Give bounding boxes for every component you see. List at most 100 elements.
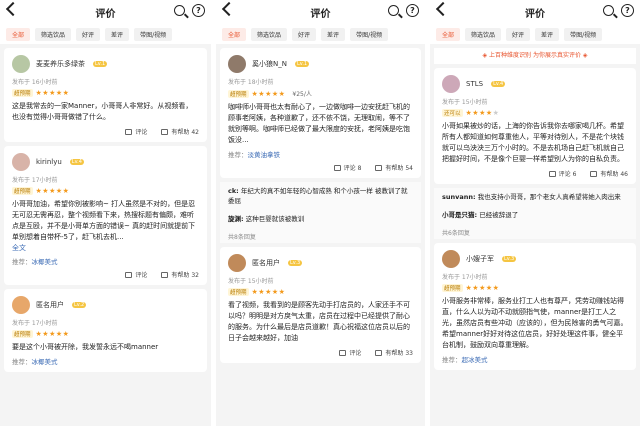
helpful-button[interactable]: 有帮助 42	[161, 127, 199, 136]
helpful-button[interactable]: 有帮助 32	[161, 270, 199, 279]
username[interactable]: 奚小狼N_N	[252, 59, 287, 69]
thumbs-up-icon	[161, 129, 169, 135]
review-actions: 评论 有帮助 32	[12, 270, 199, 279]
thumbs-up-icon	[375, 350, 383, 356]
reply-item: 旋渊: 这种巨婴就该被教训	[220, 210, 421, 228]
tab-filter-drinks[interactable]: 筛选饮品	[35, 27, 72, 41]
star-rating-icon: ★★★★★	[35, 89, 70, 97]
username[interactable]: 匿名用户	[36, 300, 64, 310]
review-card: 小嫂子军 Lv.3 发布于 17小时前 超预期 ★★★★★ 小哥服务非常棒，服务…	[434, 243, 636, 370]
comment-icon	[125, 272, 133, 278]
comment-button[interactable]: 评论 8	[333, 163, 361, 172]
comment-icon	[125, 129, 133, 135]
recommend: 推荐：冰椰美式	[12, 358, 58, 366]
review-actions: 评论 6 有帮助 46	[442, 169, 628, 178]
avatar[interactable]	[442, 250, 460, 268]
review-text: 小哥哥加油，希望你别被影响~ 打人虽然是不对的，但是忍无可忍无需再忍，整个视频看…	[12, 200, 196, 241]
tab-media[interactable]: 带图/视频	[564, 27, 603, 41]
review-card: 麦麦养乐多绿茶 Lv.1 发布于 16小时前 超预期 ★★★★★ 这是我常去的一…	[4, 48, 207, 142]
more-replies-link[interactable]: 共8条回复	[220, 228, 421, 243]
help-icon[interactable]: ?	[621, 4, 634, 17]
star-rating-icon: ★★★★★	[465, 284, 500, 292]
reply-item: ck: 年纪大的真不如年轻的心智成熟 和个小孩一样 被教训了就委屈	[220, 182, 421, 210]
rating-label: 超预期	[12, 330, 33, 338]
more-replies-link[interactable]: 共6条回复	[434, 224, 636, 239]
rating: 超预期 ★★★★★	[12, 89, 199, 97]
filter-tabs: 全部 筛选饮品 好评 差评 带图/视频	[0, 24, 211, 44]
tab-filter-drinks[interactable]: 筛选饮品	[465, 27, 502, 41]
username[interactable]: 小嫂子军	[466, 254, 494, 264]
avatar[interactable]	[442, 75, 460, 93]
rating: 超预期 ★★★★★	[12, 330, 199, 338]
tab-bad[interactable]: 差评	[105, 27, 130, 41]
help-icon[interactable]: ?	[406, 4, 419, 17]
review-text: 小哥服务非常棒，服务业打工人也有尊严，凭劳动赚钱站得直，什么人以为动不动就颐指气…	[442, 297, 628, 349]
tab-good[interactable]: 好评	[76, 27, 101, 41]
recommend: 推荐：超冰美式	[442, 356, 488, 364]
username[interactable]: 匿名用户	[252, 258, 280, 268]
tab-media[interactable]: 带图/视频	[350, 27, 389, 41]
tab-bad[interactable]: 差评	[535, 27, 560, 41]
helpful-button[interactable]: 有帮助 33	[375, 348, 413, 357]
review-actions: 评论 8 有帮助 54	[228, 163, 413, 172]
review-card: 匿名用户 Lv.2 发布于 17小时前 超预期 ★★★★★ 要是这个小哥被开除，…	[4, 289, 207, 372]
avatar[interactable]	[228, 254, 246, 272]
level-badge: Lv.1	[93, 61, 108, 67]
avatar[interactable]	[12, 153, 30, 171]
tab-bad[interactable]: 差评	[321, 27, 346, 41]
search-icon[interactable]	[603, 5, 614, 16]
review-text: 要是这个小哥被开除，我发誓永远不喝manner	[12, 343, 159, 351]
tab-good[interactable]: 好评	[292, 27, 317, 41]
thumbs-up-icon	[590, 171, 598, 177]
helpful-button[interactable]: 有帮助 46	[590, 169, 628, 178]
avatar[interactable]	[12, 296, 30, 314]
tab-good[interactable]: 好评	[506, 27, 531, 41]
avatar[interactable]	[228, 55, 246, 73]
review-text: 这是我常去的一家Manner，小哥哥人非常好。从视频看，也没有觉得小哥哥做错了什…	[12, 102, 193, 121]
avatar[interactable]	[12, 55, 30, 73]
rating-label: 超预期	[228, 288, 249, 296]
full-text-link[interactable]: 全文	[12, 243, 199, 253]
username[interactable]: 麦麦养乐多绿茶	[36, 59, 85, 69]
review-panel-2: 评价 ? 全部 筛选饮品 好评 差评 带图/视频 奚小狼N_N Lv.1 发布于…	[216, 0, 425, 426]
username[interactable]: kirinlyu	[36, 158, 62, 166]
comment-icon	[548, 171, 556, 177]
tab-all[interactable]: 全部	[6, 27, 31, 41]
thumbs-up-icon	[161, 272, 169, 278]
shield-icon: ◈	[482, 52, 488, 59]
level-badge: Lv.4	[491, 81, 506, 87]
review-text: 咖啡师小哥哥也太有耐心了，一边做咖啡一边安抚赶飞机的顾事老阿姨，各种道歉了，还不…	[228, 103, 410, 144]
help-icon[interactable]: ?	[192, 4, 205, 17]
header: 评价 ?	[430, 0, 640, 24]
search-icon[interactable]	[174, 5, 185, 16]
review-actions: 评论 有帮助 33	[228, 348, 413, 357]
comment-button[interactable]: 评论 6	[548, 169, 576, 178]
comment-button[interactable]: 评论	[125, 127, 147, 136]
reply-item: sunvann: 我也支持小哥哥，那个老女人真希望将她入肉出来	[434, 188, 636, 206]
comment-button[interactable]: 评论	[339, 348, 361, 357]
comment-button[interactable]: 评论	[125, 270, 147, 279]
username[interactable]: STLS	[466, 80, 483, 88]
review-card: 奚小狼N_N Lv.1 发布于 18小时前 超预期 ★★★★★ ¥25/人 咖啡…	[220, 48, 421, 178]
tab-filter-drinks[interactable]: 筛选饮品	[251, 27, 288, 41]
review-text: 看了视频，我看到的是顾客先动手打店员的，人家还手不可以吗？明明是对方戾气太重，店…	[228, 301, 410, 342]
star-rating-icon: ★★★★★	[251, 89, 286, 98]
star-rating-icon: ★★★★★	[251, 288, 286, 296]
tab-media[interactable]: 带图/视频	[134, 27, 173, 41]
review-card: kirinlyu Lv.4 发布于 17小时前 超预期 ★★★★★ 小哥哥加油，…	[4, 146, 207, 285]
rating: 超预期 ★★★★★	[12, 187, 199, 195]
level-badge: Lv.1	[294, 61, 310, 67]
tab-all[interactable]: 全部	[436, 27, 461, 41]
helpful-button[interactable]: 有帮助 54	[375, 163, 413, 172]
rating: 还可以 ★★★★★	[442, 109, 628, 117]
search-icon[interactable]	[388, 5, 399, 16]
post-date: 发布于 16小时前	[12, 79, 58, 86]
post-date: 发布于 18小时前	[228, 79, 274, 86]
post-date: 发布于 17小时前	[12, 320, 58, 327]
price-per-person: ¥25/人	[292, 91, 312, 98]
rating-label: 超预期	[228, 89, 249, 98]
tab-all[interactable]: 全部	[222, 27, 247, 41]
rating-label: 还可以	[442, 109, 463, 117]
rating: 超预期 ★★★★★	[228, 288, 413, 296]
level-badge: Lv.3	[288, 260, 303, 266]
